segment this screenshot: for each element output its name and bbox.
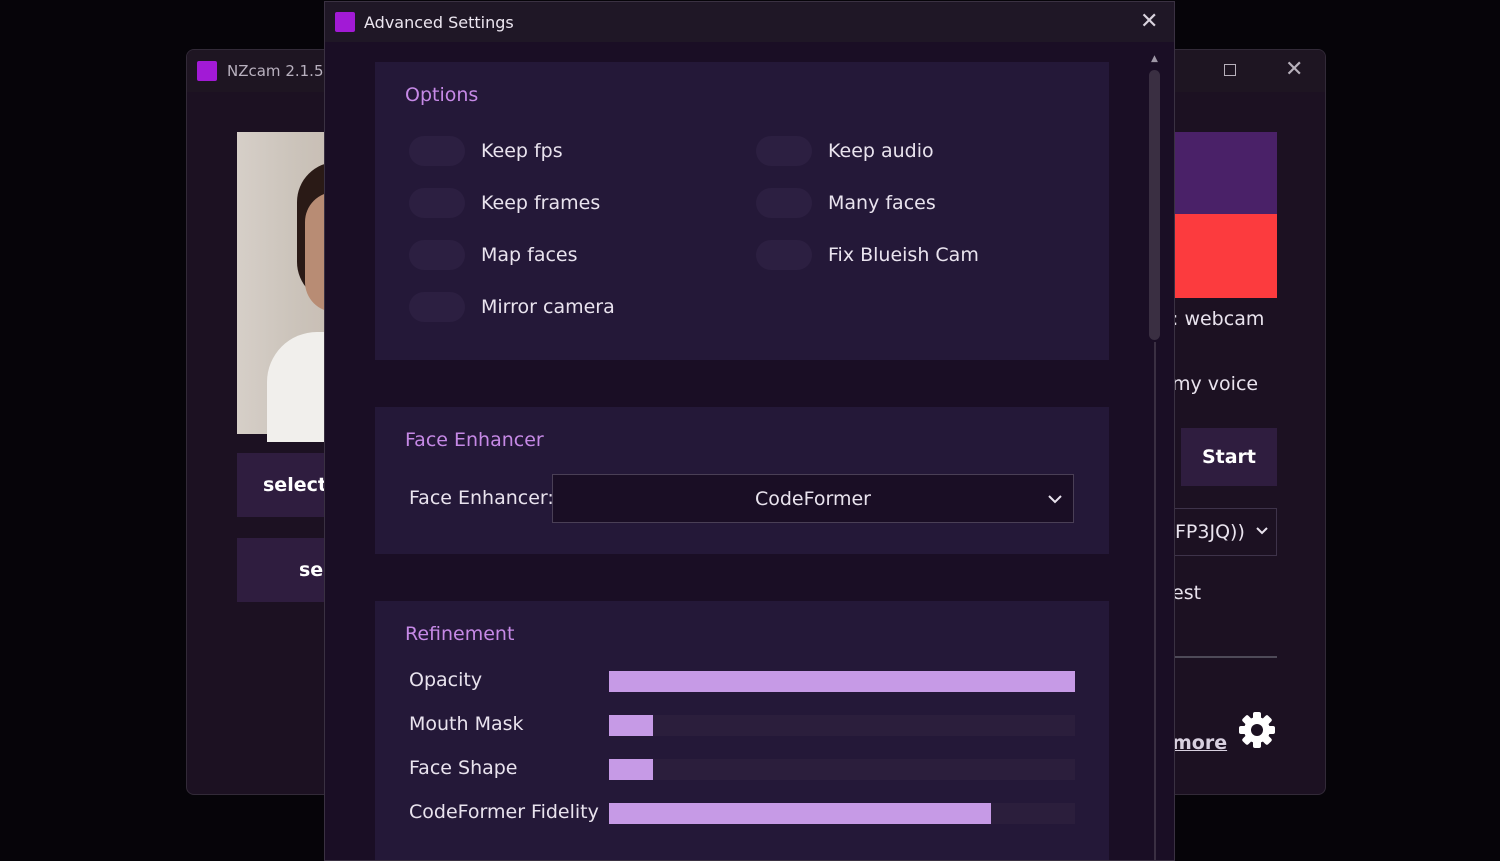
slider-codeformer-fidelity: CodeFormer Fidelity: [409, 801, 1109, 825]
slider-label: Mouth Mask: [409, 713, 524, 735]
toggle-keep-audio[interactable]: Keep audio: [756, 136, 934, 166]
slider-track[interactable]: [609, 803, 1075, 824]
gear-icon[interactable]: [1237, 710, 1277, 750]
scroll-up-icon[interactable]: ▲: [1148, 52, 1161, 66]
switch[interactable]: [409, 136, 465, 166]
dialog-titlebar: Advanced Settings ✕: [325, 2, 1174, 42]
toggle-label: Map faces: [481, 244, 578, 266]
toggle-keep-fps[interactable]: Keep fps: [409, 136, 563, 166]
status-text: est: [1172, 582, 1202, 604]
slider-opacity: Opacity: [409, 669, 1109, 693]
toggle-fix-blueish-cam[interactable]: Fix Blueish Cam: [756, 240, 979, 270]
camera-select[interactable]: FP3JQ)): [1172, 508, 1277, 556]
options-title: Options: [405, 84, 479, 106]
slider-label: Face Shape: [409, 757, 518, 779]
switch[interactable]: [756, 136, 812, 166]
maximize-icon[interactable]: [1224, 64, 1236, 76]
switch[interactable]: [409, 292, 465, 322]
preview-top: [1175, 132, 1277, 216]
options-section: Options Keep fps Keep frames Map faces M…: [375, 62, 1109, 360]
switch[interactable]: [409, 188, 465, 218]
face-enhancer-title: Face Enhancer: [405, 429, 544, 451]
slider-track[interactable]: [609, 671, 1075, 692]
scroll-thumb[interactable]: [1149, 70, 1160, 340]
toggle-label: Keep frames: [481, 192, 601, 214]
toggle-map-faces[interactable]: Map faces: [409, 240, 578, 270]
more-link[interactable]: more: [1172, 732, 1227, 754]
slider-fill: [609, 803, 992, 824]
toggle-keep-frames[interactable]: Keep frames: [409, 188, 600, 218]
toggle-label: Fix Blueish Cam: [828, 244, 979, 266]
app-logo-icon: [335, 12, 355, 32]
face-enhancer-select[interactable]: CodeFormer: [552, 474, 1074, 523]
switch[interactable]: [756, 240, 812, 270]
scroll-track[interactable]: [1154, 342, 1156, 860]
toggle-mirror-camera[interactable]: Mirror camera: [409, 292, 615, 322]
toggle-label: Many faces: [828, 192, 936, 214]
slider-mouth-mask: Mouth Mask: [409, 713, 1109, 737]
toggle-label: Mirror camera: [481, 296, 615, 318]
app-logo-icon: [197, 61, 217, 81]
main-window-title: NZcam 2.1.5: [227, 62, 324, 80]
refinement-title: Refinement: [405, 623, 515, 645]
toggle-many-faces[interactable]: Many faces: [756, 188, 936, 218]
chevron-down-icon: [1047, 490, 1063, 506]
chevron-down-icon: [1255, 524, 1269, 540]
switch[interactable]: [409, 240, 465, 270]
slider-track[interactable]: [609, 759, 1075, 780]
divider: [1172, 656, 1277, 658]
refinement-section: Refinement Opacity Mouth Mask Face Shape…: [375, 601, 1109, 860]
camera-select-value: FP3JQ)): [1175, 521, 1245, 543]
close-icon[interactable]: ✕: [1140, 8, 1158, 36]
toggle-label: Keep fps: [481, 140, 563, 162]
source-face-image: [237, 132, 357, 442]
slider-label: CodeFormer Fidelity: [409, 801, 599, 823]
slider-face-shape: Face Shape: [409, 757, 1109, 781]
face-enhancer-section: Face Enhancer Face Enhancer: CodeFormer: [375, 407, 1109, 554]
face-enhancer-label: Face Enhancer:: [409, 487, 554, 509]
slider-label: Opacity: [409, 669, 483, 691]
slider-fill: [609, 759, 654, 780]
switch[interactable]: [756, 188, 812, 218]
preview-bottom: [1175, 214, 1277, 298]
start-button[interactable]: Start: [1181, 428, 1277, 486]
dialog-title: Advanced Settings: [364, 13, 514, 32]
slider-track[interactable]: [609, 715, 1075, 736]
slider-fill: [609, 715, 654, 736]
close-icon[interactable]: ✕: [1285, 56, 1303, 84]
toggle-label: Keep audio: [828, 140, 934, 162]
voice-label: my voice: [1172, 373, 1259, 395]
face-enhancer-value: CodeFormer: [754, 487, 871, 510]
scrollbar[interactable]: ▲: [1147, 52, 1163, 860]
slider-fill: [609, 671, 1075, 692]
webcam-label: : webcam: [1172, 308, 1265, 330]
advanced-settings-dialog: Advanced Settings ✕ ▲ Options Keep fps K…: [324, 1, 1175, 861]
